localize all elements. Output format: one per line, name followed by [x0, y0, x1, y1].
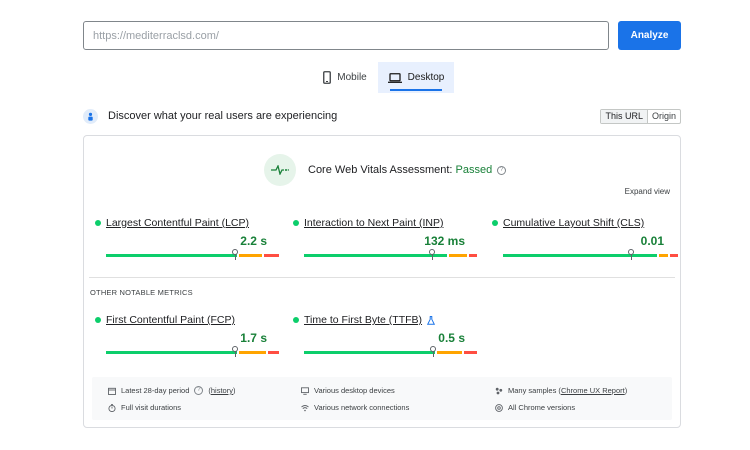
- metric-cls-name[interactable]: Cumulative Layout Shift (CLS): [503, 217, 644, 229]
- versions-text: All Chrome versions: [508, 403, 576, 412]
- metric-cls-value: 0.01: [640, 234, 664, 248]
- help-icon[interactable]: ?: [497, 165, 507, 175]
- pulse-icon: [264, 154, 296, 186]
- calendar-icon: [108, 387, 116, 395]
- field-data-card: Core Web Vitals Assessment: Passed ? Exp…: [83, 135, 681, 428]
- status-dot: [95, 317, 101, 323]
- origin-button[interactable]: Origin: [648, 110, 680, 123]
- discover-header: Discover what your real users are experi…: [83, 107, 681, 125]
- crux-report-link[interactable]: Chrome UX Report: [561, 386, 625, 395]
- status-dot: [95, 220, 101, 226]
- status-dot: [293, 220, 299, 226]
- tab-mobile[interactable]: Mobile: [312, 62, 378, 93]
- other-metrics-title: OTHER NOTABLE METRICS: [90, 288, 193, 297]
- assessment-status: Passed: [455, 164, 493, 176]
- footer-versions: All Chrome versions: [495, 403, 575, 412]
- metric-cls: Cumulative Layout Shift (CLS) 0.01: [492, 217, 678, 260]
- tab-mobile-label: Mobile: [337, 72, 367, 83]
- distribution-bar: [106, 346, 279, 357]
- this-url-button[interactable]: This URL: [601, 110, 648, 123]
- metric-lcp-name[interactable]: Largest Contentful Paint (LCP): [106, 217, 249, 229]
- metric-inp-name[interactable]: Interaction to Next Paint (INP): [304, 217, 443, 229]
- metric-lcp: Largest Contentful Paint (LCP) 2.2 s: [95, 217, 279, 260]
- chrome-icon: [495, 403, 503, 412]
- discover-title: Discover what your real users are experi…: [108, 110, 338, 122]
- percentile-marker: [628, 249, 634, 260]
- cwv-assessment: Core Web Vitals Assessment: Passed ?: [264, 154, 507, 186]
- percentile-marker: [430, 346, 436, 357]
- percentile-marker: [429, 249, 435, 260]
- status-dot: [293, 317, 299, 323]
- flask-icon: [427, 315, 436, 325]
- metric-fcp-value: 1.7 s: [240, 331, 267, 345]
- metric-fcp-name[interactable]: First Contentful Paint (FCP): [106, 314, 235, 326]
- active-tab-indicator: [390, 89, 442, 91]
- timer-icon: [108, 403, 116, 412]
- footer-network: Various network connections: [301, 403, 409, 412]
- period-text: Latest 28-day period: [121, 386, 190, 395]
- tab-desktop-label: Desktop: [407, 72, 445, 83]
- footer-devices: Various desktop devices: [301, 386, 395, 395]
- metric-ttfb-name[interactable]: Time to First Byte (TTFB): [304, 314, 422, 326]
- percentile-marker: [232, 346, 238, 357]
- assessment-label: Core Web Vitals Assessment:: [308, 164, 453, 176]
- history-link[interactable]: (history): [208, 386, 235, 395]
- users-icon: [83, 108, 98, 124]
- metric-fcp: First Contentful Paint (FCP) 1.7 s: [95, 314, 279, 357]
- network-text: Various network connections: [314, 403, 410, 412]
- status-dot: [492, 220, 498, 226]
- help-icon[interactable]: ?: [194, 386, 204, 395]
- analyze-button[interactable]: Analyze: [618, 21, 681, 50]
- laptop-icon: [387, 72, 402, 83]
- section-divider: [89, 277, 675, 278]
- distribution-bar: [304, 346, 477, 357]
- expand-view-link[interactable]: Expand view: [625, 187, 670, 196]
- metric-inp: Interaction to Next Paint (INP) 132 ms: [293, 217, 477, 260]
- footer-samples: Many samples (Chrome UX Report): [495, 386, 627, 395]
- percentile-marker: [232, 249, 238, 260]
- distribution-bar: [304, 249, 477, 260]
- samples-icon: [495, 387, 503, 394]
- wifi-icon: [301, 404, 309, 411]
- url-input[interactable]: [83, 21, 609, 50]
- distribution-bar: [106, 249, 279, 260]
- durations-text: Full visit durations: [121, 403, 182, 412]
- distribution-bar: [503, 249, 678, 260]
- metric-ttfb: Time to First Byte (TTFB) 0.5 s: [293, 314, 477, 357]
- devices-text: Various desktop devices: [314, 386, 395, 395]
- samples-text: Many samples (Chrome UX Report): [508, 386, 628, 395]
- metric-lcp-value: 2.2 s: [240, 234, 267, 248]
- footer-period: Latest 28-day period ? (history): [108, 386, 235, 395]
- data-info-footer: Latest 28-day period ? (history) Full vi…: [92, 377, 672, 420]
- url-origin-toggle: This URL Origin: [600, 109, 681, 124]
- tab-desktop[interactable]: Desktop: [378, 62, 454, 93]
- metric-ttfb-value: 0.5 s: [438, 331, 465, 345]
- footer-durations: Full visit durations: [108, 403, 181, 412]
- metric-inp-value: 132 ms: [424, 234, 465, 248]
- monitor-icon: [301, 386, 309, 395]
- phone-icon: [323, 71, 332, 84]
